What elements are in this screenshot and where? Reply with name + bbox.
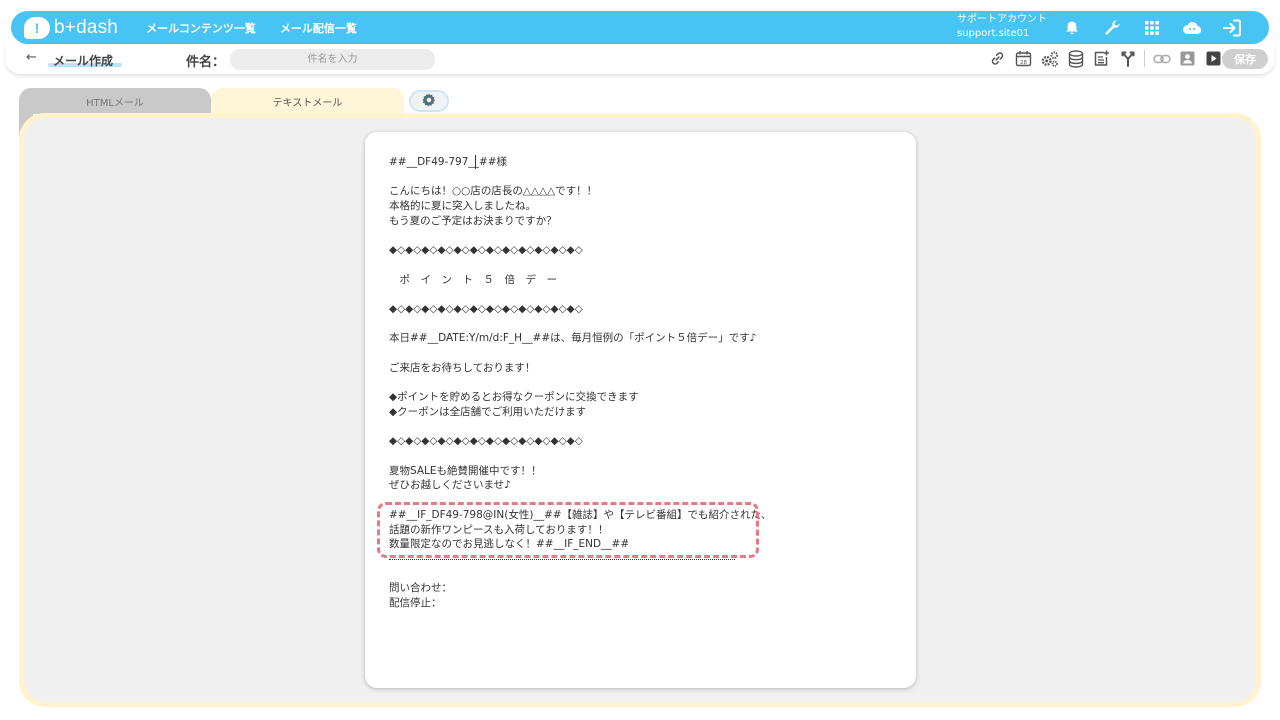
account-label: サポートアカウント (957, 14, 1047, 25)
cloud-icon[interactable] (1181, 17, 1203, 39)
conditional-block-highlight (377, 502, 759, 558)
bell-icon[interactable] (1061, 17, 1083, 39)
account-info[interactable]: サポートアカウント support.site01 (957, 13, 1047, 41)
text-editor[interactable]: ##__DF49-797__##様 こんにちは！○○店の店長の△△△△です！！ … (365, 132, 916, 688)
tab-html-mail[interactable]: HTMLメール (19, 88, 211, 114)
contact-icon[interactable] (1178, 49, 1197, 68)
gears-icon[interactable] (1040, 49, 1059, 68)
branch-icon[interactable] (1118, 49, 1137, 68)
add-document-icon[interactable] (1092, 49, 1111, 68)
database-icon[interactable] (1066, 49, 1085, 68)
toolbar-divider (1144, 50, 1145, 67)
save-button[interactable]: 保存 (1222, 49, 1268, 69)
logo-mark-icon: ! (24, 16, 50, 39)
logo-text: b+dash (54, 16, 119, 38)
app-logo[interactable]: ! b+dash (24, 16, 119, 39)
subject-label: 件名： (186, 55, 226, 70)
tab-text-mail[interactable]: テキストメール (211, 88, 404, 114)
svg-text:28: 28 (1020, 60, 1027, 66)
settings-tab-button[interactable] (409, 90, 449, 112)
conditional-block-underline (389, 559, 735, 560)
back-arrow-icon[interactable]: ← (26, 50, 37, 65)
gear-icon (422, 92, 436, 111)
link-icon[interactable] (988, 49, 1007, 68)
link-disabled-icon[interactable] (1152, 49, 1171, 68)
logout-icon[interactable] (1221, 17, 1243, 39)
wrench-icon[interactable] (1101, 17, 1123, 39)
text-cursor (475, 155, 476, 169)
editor-toolbar: ← メール作成 件名： 28 保存 (6, 44, 1274, 74)
nav-mail-contents-list[interactable]: メールコンテンツ一覧 (146, 20, 256, 36)
nav-mail-delivery-list[interactable]: メール配信一覧 (280, 20, 357, 36)
account-site: support.site01 (957, 28, 1030, 39)
calendar-icon[interactable]: 28 (1014, 49, 1033, 68)
play-icon[interactable] (1204, 49, 1223, 68)
grid-icon[interactable] (1141, 17, 1163, 39)
page-title: メール作成 (53, 54, 114, 68)
subject-input[interactable] (230, 49, 435, 70)
top-nav-bar: ! b+dash メールコンテンツ一覧 メール配信一覧 サポートアカウント su… (11, 11, 1269, 44)
